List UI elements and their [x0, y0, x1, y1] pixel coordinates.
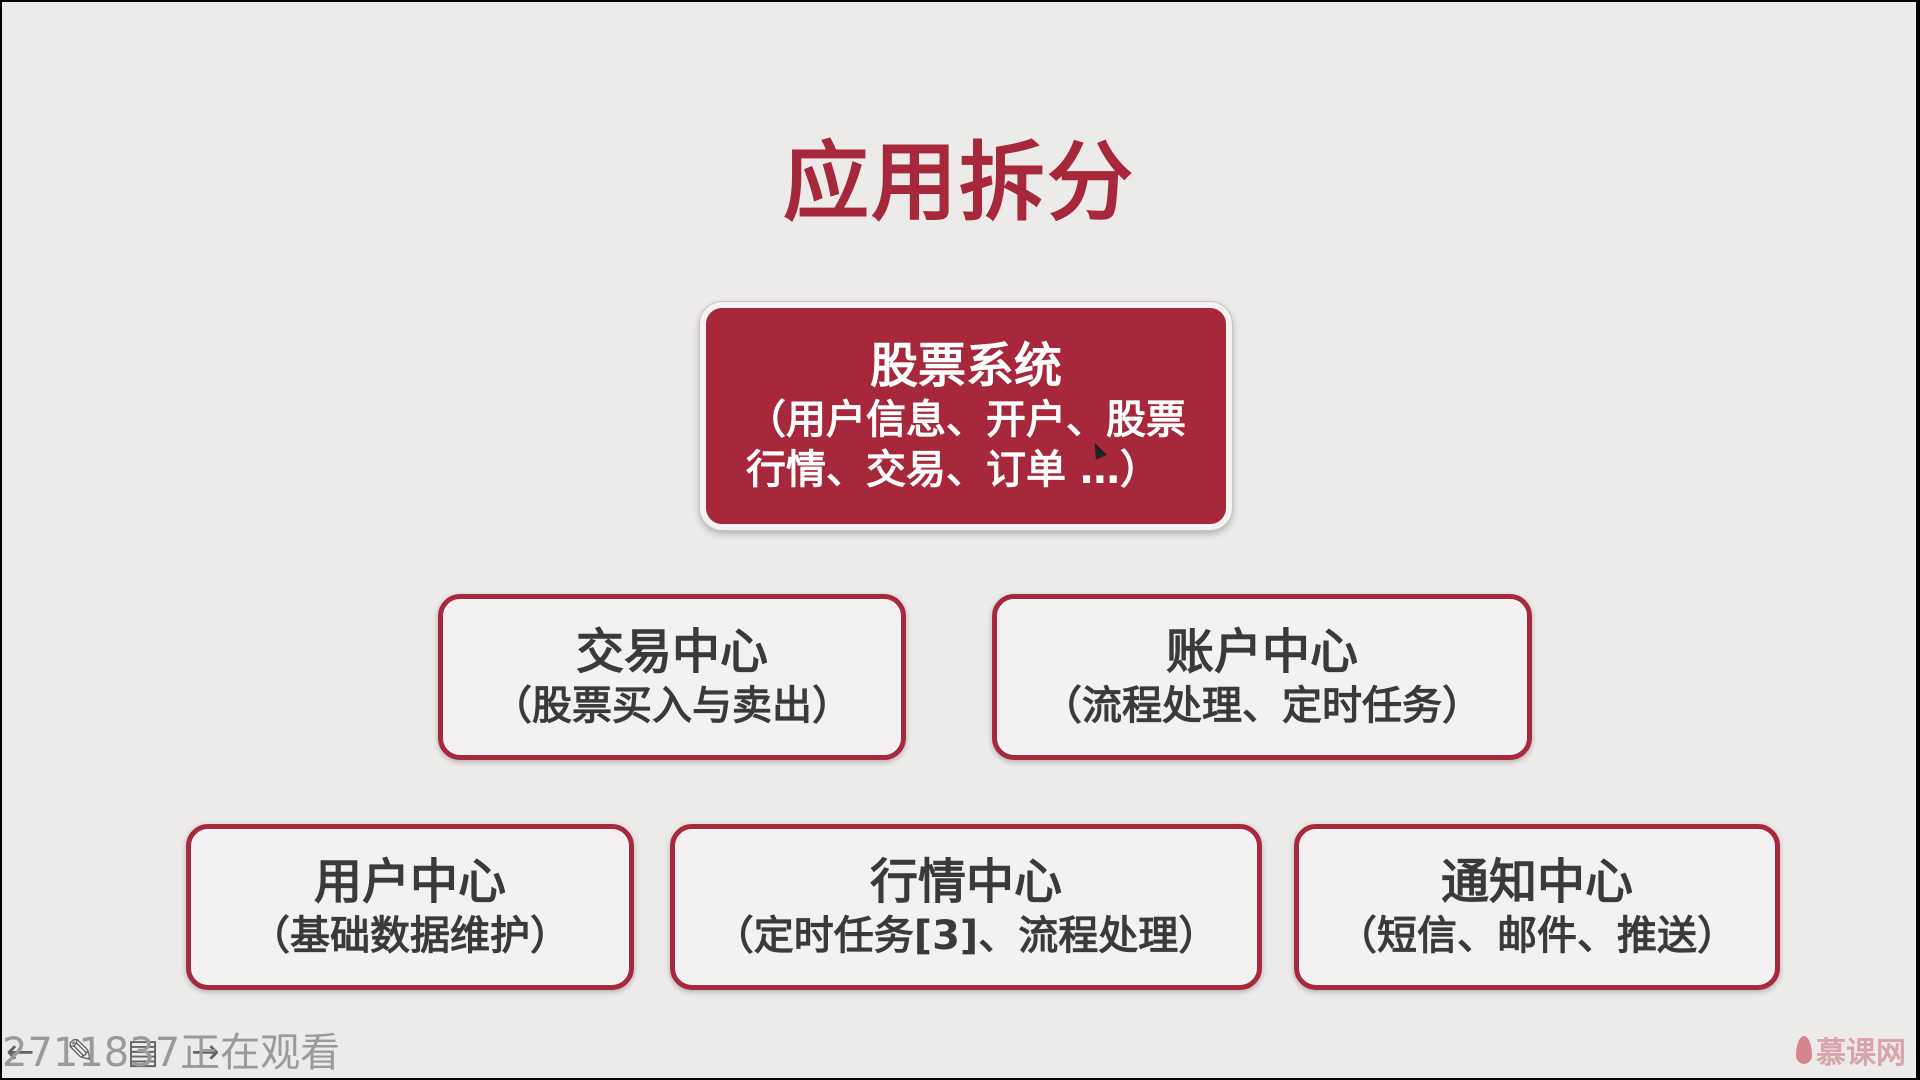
node-name: 股票系统: [869, 338, 1062, 394]
node-desc: （流程处理、定时任务）: [1042, 683, 1482, 729]
slide: 应用拆分 股票系统 （用户信息、开户、股票 行情、交易、订单 …） 交易中心 （…: [2, 2, 1916, 1078]
watermark-text: 慕课网: [1816, 1036, 1906, 1071]
node-name: 行情中心: [869, 854, 1062, 910]
node-name: 交易中心: [575, 624, 768, 680]
node-market-center: 行情中心 （定时任务[3]、流程处理）: [670, 824, 1262, 990]
flame-logo-icon: [1796, 1036, 1812, 1064]
node-account-center: 账户中心 （流程处理、定时任务）: [992, 594, 1532, 760]
node-notify-center: 通知中心 （短信、邮件、推送）: [1294, 824, 1780, 990]
node-desc: （基础数据维护）: [250, 913, 570, 959]
node-name: 用户中心: [313, 854, 506, 910]
node-desc: （短信、邮件、推送）: [1337, 913, 1737, 959]
watermark: 慕课网: [1796, 1028, 1906, 1072]
node-trade-center: 交易中心 （股票买入与卖出）: [438, 594, 906, 760]
root-node-stock-system: 股票系统 （用户信息、开户、股票 行情、交易、订单 …）: [700, 302, 1232, 530]
node-user-center: 用户中心 （基础数据维护）: [186, 824, 634, 990]
viewer-count: 2711837正在观看: [2, 1030, 341, 1076]
node-desc: （股票买入与卖出）: [492, 683, 852, 729]
node-name: 通知中心: [1440, 854, 1633, 910]
node-desc: （用户信息、开户、股票 行情、交易、订单 …）: [746, 397, 1186, 493]
node-desc: （定时任务[3]、流程处理）: [713, 913, 1219, 959]
video-frame: 应用拆分 股票系统 （用户信息、开户、股票 行情、交易、订单 …） 交易中心 （…: [0, 0, 1920, 1080]
slide-title: 应用拆分: [783, 133, 1135, 233]
node-name: 账户中心: [1165, 624, 1358, 680]
